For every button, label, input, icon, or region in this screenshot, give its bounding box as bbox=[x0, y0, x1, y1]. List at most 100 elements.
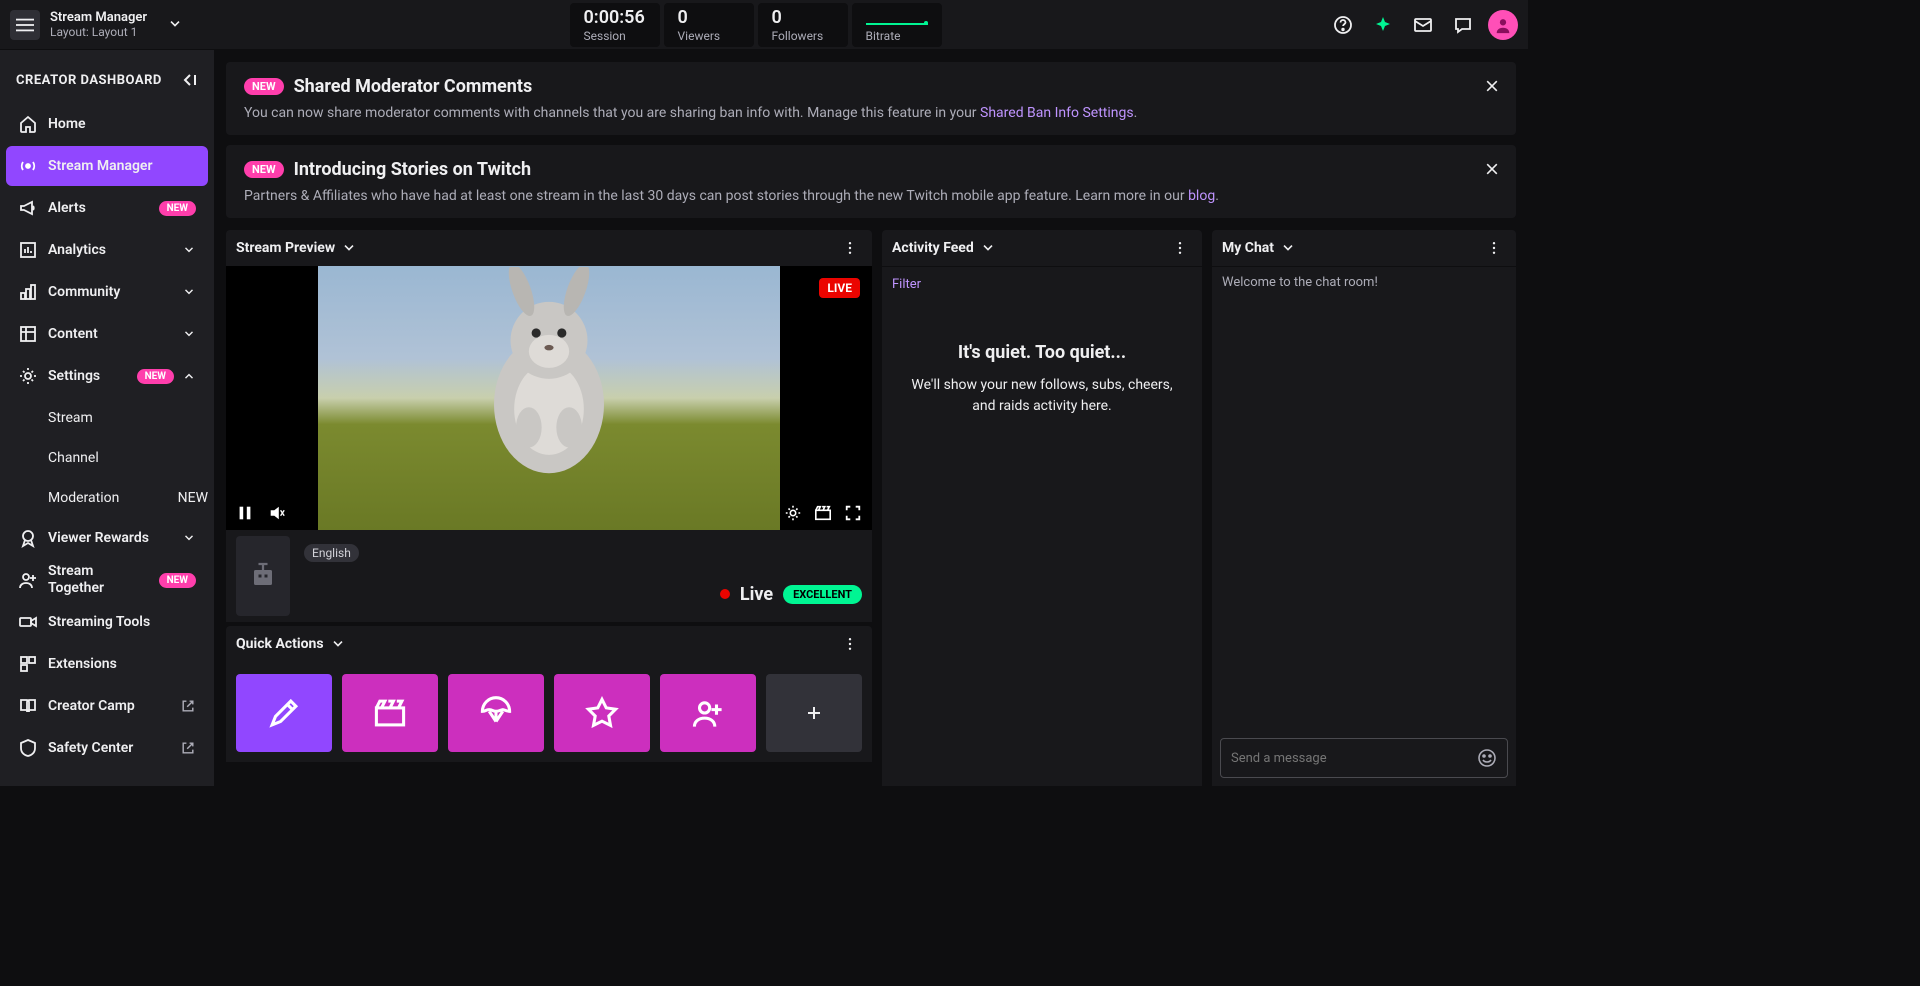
mute-button[interactable] bbox=[268, 504, 286, 522]
hamburger-menu-button[interactable] bbox=[10, 10, 40, 40]
my-chat-header: My Chat bbox=[1212, 230, 1516, 266]
stream-preview-header: Stream Preview bbox=[226, 230, 872, 266]
kebab-icon bbox=[1486, 240, 1502, 256]
sidebar-item-label: Safety Center bbox=[48, 740, 180, 756]
sidebar-item-label: Stream Manager bbox=[48, 158, 196, 174]
shared-ban-info-link[interactable]: Shared Ban Info Settings bbox=[980, 105, 1134, 121]
whispers-button[interactable] bbox=[1448, 10, 1478, 40]
activity-filter-link[interactable]: Filter bbox=[892, 277, 1192, 292]
sidebar-sub-stream[interactable]: Stream bbox=[6, 398, 208, 438]
sidebar-item-settings[interactable]: Settings NEW bbox=[6, 356, 208, 396]
stat-session-value: 0:00:56 bbox=[584, 9, 646, 27]
stat-session[interactable]: 0:00:56 Session bbox=[570, 3, 660, 47]
inbox-button[interactable] bbox=[1408, 10, 1438, 40]
sidebar-item-label: Moderation bbox=[48, 490, 178, 506]
sidebar-item-stream-together[interactable]: StreamTogether NEW bbox=[6, 560, 208, 600]
sidebar-sub-channel[interactable]: Channel bbox=[6, 438, 208, 478]
stat-session-label: Session bbox=[584, 29, 646, 43]
extensions-icon bbox=[18, 654, 38, 674]
camera-icon bbox=[18, 612, 38, 632]
new-badge: NEW bbox=[137, 369, 174, 384]
language-tag[interactable]: English bbox=[304, 544, 359, 562]
chevron-down-icon[interactable] bbox=[980, 240, 996, 256]
panel-options-button[interactable] bbox=[838, 632, 862, 656]
emoji-picker-button[interactable] bbox=[1477, 748, 1497, 768]
content-icon bbox=[18, 324, 38, 344]
chevron-down-icon[interactable] bbox=[330, 636, 346, 652]
panel-title: My Chat bbox=[1222, 240, 1274, 256]
kebab-icon bbox=[1172, 240, 1188, 256]
clip-button[interactable] bbox=[814, 504, 832, 522]
sidebar-item-safety-center[interactable]: Safety Center bbox=[6, 728, 208, 768]
quick-action-star[interactable] bbox=[554, 674, 650, 752]
stat-followers[interactable]: 0 Followers bbox=[758, 3, 848, 47]
activity-feed-body: Filter It's quiet. Too quiet... We'll sh… bbox=[882, 266, 1202, 786]
collapse-sidebar-button[interactable] bbox=[178, 70, 198, 90]
external-link-icon bbox=[180, 740, 196, 756]
quick-action-clip[interactable] bbox=[342, 674, 438, 752]
chat-text-field[interactable] bbox=[1231, 751, 1477, 766]
stream-status-row: English Live EXCELLENT bbox=[226, 530, 872, 622]
chat-input[interactable] bbox=[1220, 738, 1508, 778]
user-avatar[interactable] bbox=[1488, 10, 1518, 40]
mail-icon bbox=[1413, 15, 1433, 35]
live-text: Live bbox=[740, 584, 773, 605]
quick-action-add[interactable] bbox=[766, 674, 862, 752]
sidebar-item-creator-camp[interactable]: Creator Camp bbox=[6, 686, 208, 726]
stream-preview-video[interactable]: LIVE bbox=[226, 266, 872, 530]
activity-feed-header: Activity Feed bbox=[882, 230, 1202, 266]
panel-options-button[interactable] bbox=[1168, 236, 1192, 260]
quick-action-add-user[interactable] bbox=[660, 674, 756, 752]
sidebar-item-viewer-rewards[interactable]: Viewer Rewards bbox=[6, 518, 208, 558]
help-button[interactable] bbox=[1328, 10, 1358, 40]
chevron-down-icon[interactable] bbox=[341, 240, 357, 256]
star-icon bbox=[585, 696, 619, 730]
stat-followers-value: 0 bbox=[772, 9, 834, 27]
quick-action-edit[interactable] bbox=[236, 674, 332, 752]
banner-text: Partners & Affiliates who have had at le… bbox=[244, 188, 1188, 204]
close-banner-button[interactable] bbox=[1478, 155, 1506, 183]
panel-options-button[interactable] bbox=[838, 236, 862, 260]
game-boxart[interactable] bbox=[236, 536, 290, 616]
sidebar: CREATOR DASHBOARD Home Stream Manager Al… bbox=[0, 50, 214, 786]
banner-shared-moderator-comments: NEW Shared Moderator Comments You can no… bbox=[226, 62, 1516, 135]
sidebar-item-stream-manager[interactable]: Stream Manager bbox=[6, 146, 208, 186]
sidebar-item-label: Home bbox=[48, 116, 196, 132]
gear-icon bbox=[18, 366, 38, 386]
stream-health-badge: EXCELLENT bbox=[783, 585, 862, 604]
chat-body: Welcome to the chat room! bbox=[1212, 266, 1516, 786]
sidebar-item-home[interactable]: Home bbox=[6, 104, 208, 144]
sidebar-item-label: StreamTogether bbox=[48, 563, 151, 597]
book-icon bbox=[18, 696, 38, 716]
chevron-down-icon bbox=[167, 16, 183, 32]
close-icon bbox=[1484, 78, 1500, 94]
banner-text: . bbox=[1134, 105, 1138, 121]
sparkle-button[interactable] bbox=[1368, 10, 1398, 40]
layout-name: Layout: Layout 1 bbox=[50, 25, 147, 39]
activity-empty-description: We'll show your new follows, subs, cheer… bbox=[892, 375, 1192, 417]
sidebar-sub-moderation[interactable]: ModerationNEW bbox=[6, 478, 208, 518]
close-banner-button[interactable] bbox=[1478, 72, 1506, 100]
sidebar-item-alerts[interactable]: Alerts NEW bbox=[6, 188, 208, 228]
sidebar-item-label: Settings bbox=[48, 368, 129, 384]
chevron-up-icon bbox=[182, 369, 196, 383]
layout-selector[interactable]: Stream Manager Layout: Layout 1 bbox=[50, 10, 183, 40]
sidebar-item-analytics[interactable]: Analytics bbox=[6, 230, 208, 270]
video-content bbox=[454, 267, 644, 487]
chevron-down-icon[interactable] bbox=[1280, 240, 1296, 256]
quick-action-parachute[interactable] bbox=[448, 674, 544, 752]
stat-bitrate[interactable]: Bitrate bbox=[852, 3, 942, 47]
banner-body: Partners & Affiliates who have had at le… bbox=[244, 188, 1498, 204]
banner-title: Shared Moderator Comments bbox=[294, 76, 533, 97]
pause-button[interactable] bbox=[236, 504, 254, 522]
settings-button[interactable] bbox=[784, 504, 802, 522]
stat-viewers[interactable]: 0 Viewers bbox=[664, 3, 754, 47]
blog-link[interactable]: blog bbox=[1188, 188, 1215, 204]
fullscreen-button[interactable] bbox=[844, 504, 862, 522]
sidebar-item-streaming-tools[interactable]: Streaming Tools bbox=[6, 602, 208, 642]
sidebar-item-label: Viewer Rewards bbox=[48, 530, 182, 546]
sidebar-item-extensions[interactable]: Extensions bbox=[6, 644, 208, 684]
sidebar-item-content[interactable]: Content bbox=[6, 314, 208, 354]
panel-options-button[interactable] bbox=[1482, 236, 1506, 260]
sidebar-item-community[interactable]: Community bbox=[6, 272, 208, 312]
